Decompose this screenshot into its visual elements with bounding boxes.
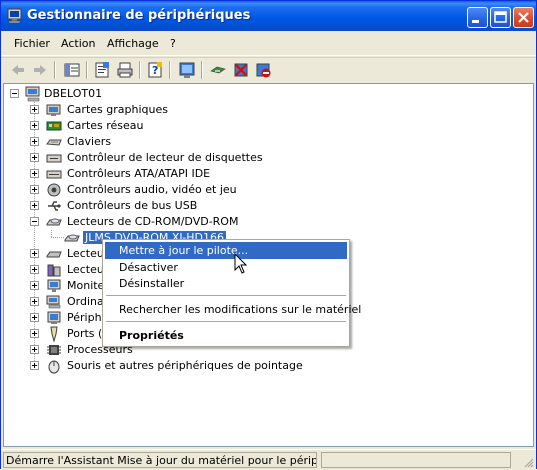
- display-adapter-icon: [46, 104, 61, 116]
- cdrom-drive-icon: [46, 218, 62, 226]
- help-icon[interactable]: ?: [146, 61, 164, 79]
- maximize-icon: [494, 11, 507, 23]
- expand-button[interactable]: [30, 105, 39, 114]
- tree-item-label: Cartes graphiques: [67, 103, 168, 116]
- close-icon: [518, 12, 529, 23]
- scan-hardware-icon[interactable]: [178, 61, 196, 79]
- menu-action[interactable]: Action: [61, 37, 95, 50]
- monitor-icon: [47, 279, 61, 292]
- menu-separator: [106, 295, 346, 296]
- storage-icon: [47, 264, 61, 277]
- back-arrow-icon[interactable]: [9, 61, 27, 79]
- processor-icon: [47, 345, 61, 355]
- system-device-icon: [47, 311, 61, 324]
- resize-grip-icon[interactable]: [522, 456, 534, 468]
- disable-icon[interactable]: [254, 61, 272, 79]
- tree-item-label: Contrôleur de lecteur de disquettes: [67, 151, 263, 164]
- disk-drive-icon: [46, 251, 62, 258]
- forward-arrow-icon[interactable]: [31, 61, 49, 79]
- tree-root-label: DBELOT01: [44, 87, 103, 100]
- port-icon: [50, 326, 58, 342]
- menu-item-disable[interactable]: Désactiver: [105, 259, 347, 276]
- computer-icon: [25, 86, 40, 102]
- tree-item-label: Contrôleurs de bus USB: [67, 199, 198, 212]
- maximize-button[interactable]: [490, 7, 511, 28]
- expand-button[interactable]: [30, 329, 39, 338]
- status-text: Démarre l'Assistant Mise à jour du matér…: [6, 454, 316, 467]
- menu-separator: [106, 321, 346, 322]
- tree-item-label: Contrôleurs audio, vidéo et jeu: [67, 183, 237, 196]
- expand-button[interactable]: [30, 121, 39, 130]
- keyboard-icon: [46, 139, 62, 146]
- menu-item-scan-hardware[interactable]: Rechercher les modifications sur le maté…: [105, 301, 361, 318]
- status-bar: Démarre l'Assistant Mise à jour du matér…: [1, 449, 536, 470]
- title-bar[interactable]: Gestionnaire de périphériques: [1, 1, 536, 31]
- expand-button[interactable]: [30, 265, 39, 274]
- toolbar: ?: [1, 57, 536, 82]
- tree-item-label: Monite: [67, 279, 105, 292]
- expand-button[interactable]: [30, 313, 39, 322]
- minimize-button[interactable]: [467, 7, 488, 28]
- cdrom-device-icon: [64, 234, 80, 242]
- device-manager-icon: [7, 8, 22, 24]
- expand-button[interactable]: [30, 297, 39, 306]
- menu-item-update-driver[interactable]: Mettre à jour le pilote...: [105, 242, 347, 259]
- update-driver-icon[interactable]: [209, 61, 227, 79]
- tree-item-label: Claviers: [67, 135, 112, 148]
- expand-button[interactable]: [30, 153, 39, 162]
- status-panel: Démarre l'Assistant Mise à jour du matér…: [3, 452, 317, 468]
- expand-button[interactable]: [30, 169, 39, 178]
- window-title: Gestionnaire de périphériques: [27, 8, 251, 23]
- mouse-cursor-icon: [234, 253, 248, 274]
- menu-item-uninstall[interactable]: Désinstaller: [105, 275, 347, 292]
- usb-icon: [48, 201, 61, 211]
- tree-item-label: Cartes réseau: [67, 119, 144, 132]
- mouse-icon: [48, 360, 60, 374]
- print-icon[interactable]: [116, 61, 134, 79]
- collapse-button[interactable]: [30, 217, 39, 226]
- expand-button[interactable]: [30, 185, 39, 194]
- expand-button[interactable]: [30, 137, 39, 146]
- context-menu: Mettre à jour le pilote... Désactiver Dé…: [102, 239, 361, 347]
- menu-bar: Fichier Action Affichage ?: [1, 31, 536, 56]
- menu-fichier[interactable]: Fichier: [14, 37, 50, 50]
- menu-item-properties[interactable]: Propriétés: [105, 327, 347, 344]
- menu-affichage[interactable]: Affichage: [107, 37, 159, 50]
- properties-icon[interactable]: [93, 61, 111, 79]
- floppy-controller-icon: [46, 154, 62, 163]
- status-panel-secondary: [321, 452, 511, 468]
- expand-button[interactable]: [30, 281, 39, 290]
- ide-controller-icon: [46, 170, 62, 179]
- expand-button[interactable]: [30, 345, 39, 354]
- collapse-root-button[interactable]: [10, 89, 19, 98]
- minimize-icon: [472, 20, 479, 23]
- device-manager-window: Gestionnaire de périphériques Fichier Ac…: [0, 0, 537, 470]
- tree-item-label: Lecteurs de CD-ROM/DVD-ROM: [67, 215, 239, 228]
- uninstall-icon[interactable]: [232, 61, 250, 79]
- close-button[interactable]: [513, 7, 534, 28]
- tree-item-label: Souris et autres périphériques de pointa…: [67, 359, 303, 372]
- console-tree-icon[interactable]: [63, 61, 81, 79]
- speaker-icon: [47, 183, 61, 197]
- expand-button[interactable]: [30, 361, 39, 370]
- computer-icon: [46, 295, 61, 309]
- expand-button[interactable]: [30, 201, 39, 210]
- expand-button[interactable]: [30, 249, 39, 258]
- network-card-icon: [46, 121, 62, 131]
- menu-help[interactable]: ?: [170, 37, 176, 50]
- tree-item-label: Contrôleurs ATA/ATAPI IDE: [67, 167, 211, 180]
